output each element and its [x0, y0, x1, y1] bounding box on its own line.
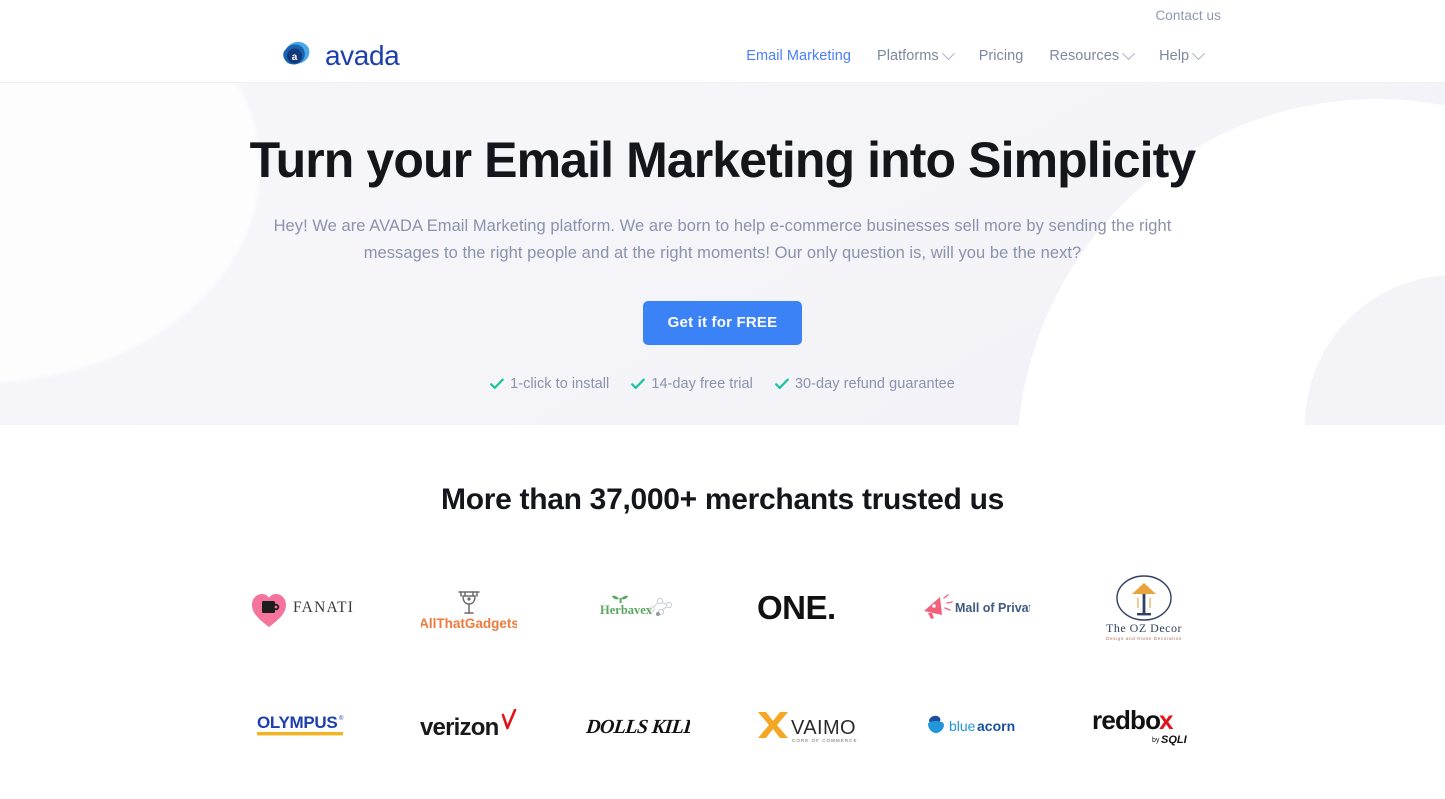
svg-text:CORE OF COMMERCE: CORE OF COMMERCE: [792, 738, 858, 743]
the-oz-decor-logo-icon: The OZ Decor Design and Home Decoration: [1098, 572, 1190, 644]
feature-label: 30-day refund guarantee: [794, 376, 955, 392]
nav-item-help[interactable]: Help: [1159, 46, 1206, 64]
svg-text:VAIMO: VAIMO: [791, 717, 856, 739]
nav-label: Resources: [1049, 48, 1120, 64]
hero-feature-list: 1-click to install 14-day free trial 30-…: [0, 376, 1445, 392]
merchants-section: More than 37,000+ merchants trusted us F…: [0, 425, 1445, 785]
check-icon: [631, 378, 646, 390]
svg-text:®: ®: [339, 715, 344, 722]
check-icon: [775, 378, 789, 390]
verizon-logo-icon: verizon: [420, 709, 518, 743]
nav-item-platforms[interactable]: Platforms: [877, 46, 955, 64]
merchant-logo-allthatgadgets: AllThatGadgets: [385, 549, 554, 667]
nav-item-email-marketing[interactable]: Email Marketing: [746, 48, 851, 64]
hero-section: Turn your Email Marketing into Simplicit…: [0, 82, 1445, 425]
brand-name: avada: [325, 40, 400, 71]
nav-label: Email Marketing: [746, 48, 851, 64]
mall-of-private-logo-icon: Mall of Private: [920, 591, 1030, 625]
nav-label: Help: [1159, 48, 1190, 64]
hero-subtitle: Hey! We are AVADA Email Marketing platfo…: [273, 217, 1172, 262]
page-title: Turn your Email Marketing into Simplicit…: [249, 132, 1197, 188]
svg-text:The OZ Decor: The OZ Decor: [1106, 621, 1182, 635]
svg-text:Mall of Private: Mall of Private: [955, 601, 1030, 615]
merchant-logo-herbavex: Herbavex: [554, 549, 723, 667]
chevron-down-icon: [1122, 46, 1135, 60]
merchants-heading: More than 37,000+ merchants trusted us: [441, 483, 1004, 516]
chevron-down-icon: [1192, 46, 1206, 60]
svg-text:DOLLS KILL: DOLLS KILL: [586, 716, 690, 738]
chevron-down-icon: [941, 46, 955, 60]
feature-label: 14-day free trial: [651, 376, 753, 392]
main-navigation: Email Marketing Platforms Pricing Resour…: [746, 46, 1206, 64]
contact-us-link[interactable]: Contact us: [1155, 8, 1221, 23]
svg-text:blue: blue: [949, 718, 976, 734]
nav-item-resources[interactable]: Resources: [1049, 46, 1135, 64]
merchant-logo-the-oz-decor: The OZ Decor Design and Home Decoration: [1060, 549, 1229, 667]
svg-text:acorn: acorn: [977, 718, 1015, 734]
merchant-logo-redbox: redbo x by SQLI: [1060, 667, 1229, 785]
svg-text:Herbavex: Herbavex: [600, 603, 653, 617]
svg-text:redbo: redbo: [1092, 705, 1160, 735]
site-header: a avada Email Marketing Platforms Pricin…: [0, 30, 1445, 82]
redbox-logo-icon: redbo x by SQLI: [1092, 704, 1196, 748]
merchant-logo-olympus: OLYMPUS ®: [217, 667, 386, 785]
nav-item-pricing[interactable]: Pricing: [979, 48, 1024, 64]
feature-item: 30-day refund guarantee: [775, 376, 955, 392]
dolls-kill-logo-icon: DOLLS KILL: [586, 710, 690, 742]
olympus-logo-icon: OLYMPUS ®: [255, 711, 347, 741]
nav-label: Pricing: [978, 48, 1024, 64]
merchant-logo-one: ONE.: [723, 549, 892, 667]
svg-text:x: x: [1159, 705, 1174, 735]
merchant-logo-fanatics: FANATICS: [217, 549, 386, 667]
nav-label: Platforms: [877, 48, 939, 64]
svg-text:Design and Home Decoration: Design and Home Decoration: [1106, 636, 1182, 641]
svg-text:AllThatGadgets: AllThatGadgets: [421, 616, 517, 631]
allthatgadgets-logo-icon: AllThatGadgets: [421, 584, 517, 632]
check-icon: [490, 378, 504, 390]
merchant-logo-blue-acorn: blue acorn: [891, 667, 1060, 785]
svg-text:by: by: [1152, 737, 1160, 744]
blue-acorn-logo-icon: blue acorn: [923, 712, 1027, 740]
merchant-logo-vaimo: VAIMO CORE OF COMMERCE: [723, 667, 892, 785]
vaimo-logo-icon: VAIMO CORE OF COMMERCE: [755, 706, 859, 746]
svg-text:a: a: [292, 52, 298, 63]
feature-item: 14-day free trial: [631, 376, 753, 392]
svg-text:ONE.: ONE.: [757, 589, 836, 626]
feature-item: 1-click to install: [490, 376, 609, 392]
utility-bar: Contact us: [0, 0, 1445, 30]
get-it-for-free-button[interactable]: Get it for FREE: [642, 301, 803, 345]
svg-text:OLYMPUS: OLYMPUS: [257, 713, 337, 732]
svg-text:FANATICS: FANATICS: [293, 599, 353, 616]
merchant-logo-verizon: verizon: [385, 667, 554, 785]
avada-cloud-logo-icon: a: [279, 40, 316, 73]
herbavex-logo-icon: Herbavex: [594, 589, 682, 627]
feature-label: 1-click to install: [510, 376, 610, 392]
one-logo-icon: ONE.: [757, 588, 857, 628]
merchant-logo-dolls-kill: DOLLS KILL: [554, 667, 723, 785]
svg-text:SQLI: SQLI: [1161, 734, 1188, 746]
brand-logo[interactable]: a avada: [279, 40, 400, 73]
svg-text:verizon: verizon: [420, 714, 499, 741]
merchant-logo-mall-of-private: Mall of Private: [891, 549, 1060, 667]
fanatics-logo-icon: FANATICS: [249, 586, 353, 630]
merchant-logo-grid: FANATICS AllThatGadgets: [217, 549, 1229, 785]
